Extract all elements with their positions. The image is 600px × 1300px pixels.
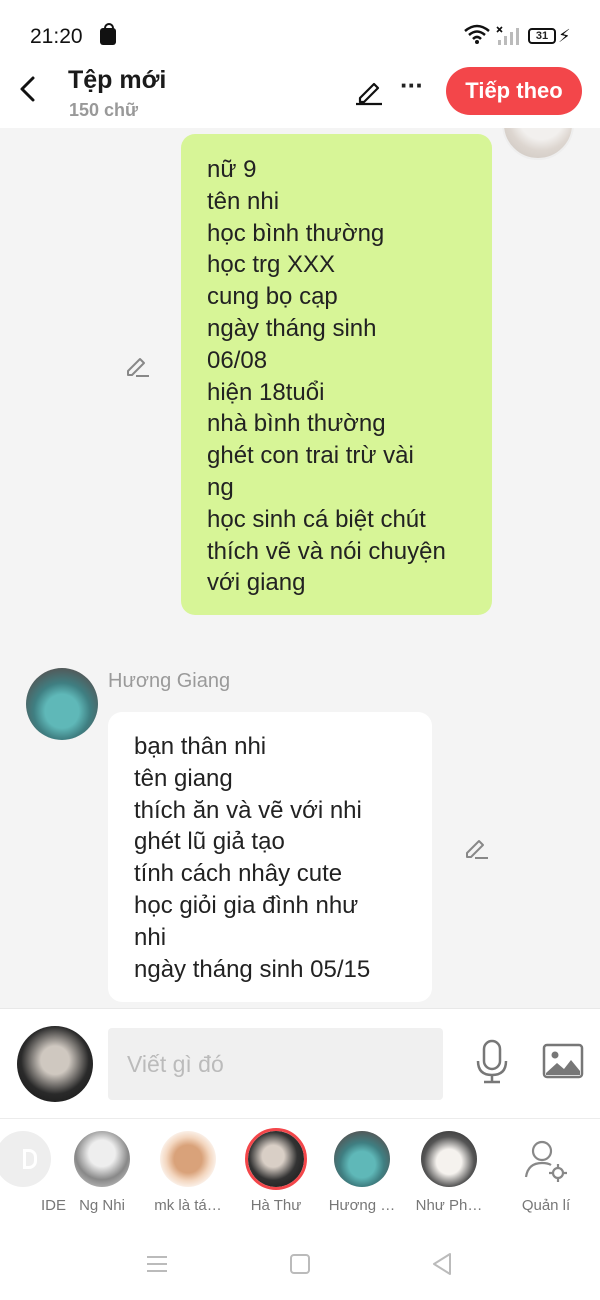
- message-line: nhi: [134, 923, 167, 951]
- character-item[interactable]: Ng Nhi: [57, 1131, 147, 1214]
- edit-message-icon[interactable]: [462, 835, 490, 861]
- word-count: 150 chữ: [69, 100, 139, 120]
- avatar: [245, 1128, 307, 1190]
- message-line: tên nhi: [207, 187, 280, 215]
- character-item[interactable]: Như Ph…: [404, 1131, 494, 1214]
- message-line: học sinh cá biệt chút: [207, 505, 426, 533]
- home-icon[interactable]: [289, 1253, 311, 1275]
- message-line: thích vẽ và nói chuyện: [207, 537, 446, 565]
- chat-area[interactable]: nữ 9 tên nhi học bình thường học trg XXX…: [0, 128, 600, 1008]
- character-strip: IDE Ng Nhi mk là tá… Hà Thư Hương … Như …: [0, 1118, 600, 1228]
- top-app-bar: Tệp mới 150 chữ ··· Tiếp theo: [0, 62, 600, 128]
- recent-apps-icon[interactable]: [145, 1254, 169, 1274]
- avatar[interactable]: [26, 668, 98, 740]
- back-icon[interactable]: [430, 1252, 454, 1276]
- message-line: ng: [207, 473, 234, 501]
- character-label: Quản lí: [521, 1197, 571, 1214]
- status-time: 21:20: [30, 25, 83, 48]
- character-label: Hà Thư: [250, 1197, 302, 1214]
- character-label: Ng Nhi: [79, 1197, 125, 1214]
- message-bubble-self[interactable]: nữ 9 tên nhi học bình thường học trg XXX…: [181, 134, 492, 615]
- more-options-icon[interactable]: ···: [400, 70, 424, 101]
- message-line: 06/08: [207, 346, 268, 374]
- message-line: ngày tháng sinh 05/15: [134, 955, 371, 983]
- charging-icon: ⚡: [558, 26, 571, 46]
- message-line: học giỏi gia đình như: [134, 891, 359, 919]
- message-line: học bình thường: [207, 219, 385, 247]
- current-character-avatar[interactable]: [17, 1026, 93, 1102]
- system-nav-bar: [0, 1228, 600, 1300]
- character-label: Hương …: [328, 1197, 396, 1214]
- message-line: nữ 9: [207, 156, 257, 183]
- character-item[interactable]: Hương …: [317, 1131, 407, 1214]
- message-line: ghét lũ giả tạo: [134, 828, 285, 856]
- character-label: mk là tá…: [154, 1197, 222, 1214]
- character-label: Như Ph…: [415, 1197, 483, 1214]
- avatar: [160, 1131, 216, 1187]
- message-line: với giang: [207, 569, 306, 597]
- message-line: thích ăn và vẽ với nhi: [134, 796, 362, 824]
- message-line: bạn thân nhi: [134, 733, 267, 760]
- sender-name: Hương Giang: [108, 670, 231, 692]
- avatar: [421, 1131, 477, 1187]
- edit-pencil-icon[interactable]: [354, 76, 384, 106]
- wifi-icon: [464, 24, 490, 44]
- message-line: ngày tháng sinh: [207, 314, 377, 342]
- message-line: tên giang: [134, 764, 233, 792]
- message-line: nhà bình thường: [207, 410, 386, 438]
- message-bubble-other[interactable]: bạn thân nhi tên giang thích ăn và vẽ vớ…: [108, 712, 432, 1002]
- back-arrow-icon[interactable]: [16, 74, 42, 104]
- user-settings-icon: [524, 1140, 567, 1182]
- message-line: hiện 18tuổi: [207, 378, 325, 406]
- avatar: [74, 1131, 130, 1187]
- shopping-bag-icon: [100, 23, 116, 45]
- image-icon[interactable]: [542, 1043, 584, 1079]
- next-button[interactable]: Tiếp theo: [446, 67, 582, 115]
- battery-icon: 31: [528, 28, 556, 44]
- message-line: ghét con trai trừ vài: [207, 442, 414, 470]
- avatar: [334, 1131, 390, 1187]
- page-title: Tệp mới: [68, 66, 167, 94]
- status-bar: 21:20 31 ⚡: [0, 0, 600, 62]
- signal-icon: [496, 26, 519, 45]
- manage-characters-button[interactable]: Quản lí: [501, 1131, 591, 1214]
- character-item[interactable]: Hà Thư: [231, 1128, 321, 1214]
- composer-bar: Viết gì đó: [0, 1008, 600, 1118]
- message-line: cung bọ cạp: [207, 283, 338, 311]
- avatar: [0, 1131, 51, 1187]
- edit-message-icon[interactable]: [124, 354, 150, 378]
- character-item[interactable]: mk là tá…: [143, 1131, 233, 1214]
- microphone-icon[interactable]: [474, 1039, 510, 1085]
- message-line: tính cách nhây cute: [134, 860, 343, 888]
- avatar[interactable]: [502, 128, 574, 160]
- message-input[interactable]: Viết gì đó: [108, 1028, 443, 1100]
- message-line: học trg XXX: [207, 251, 336, 279]
